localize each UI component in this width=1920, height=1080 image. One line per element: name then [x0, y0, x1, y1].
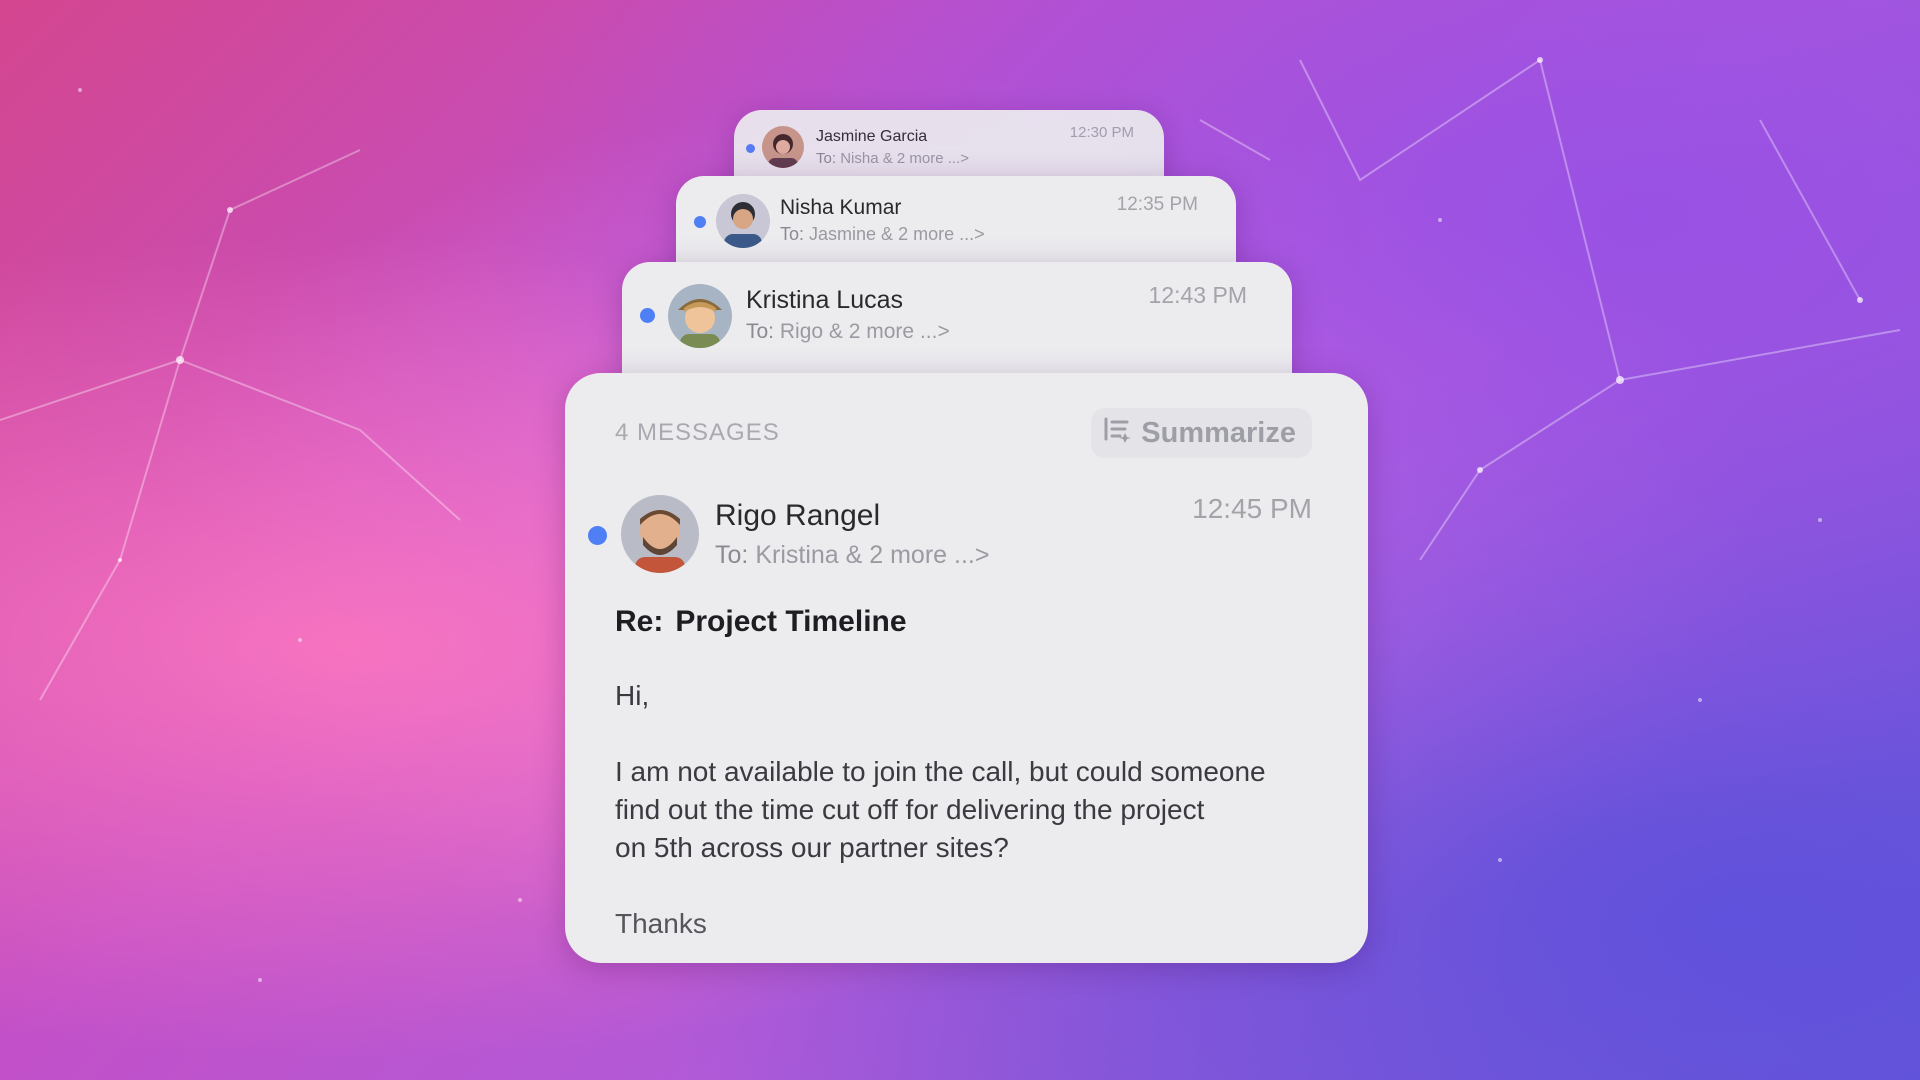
recipients-text: Nisha & 2 more [840, 150, 944, 167]
message-card: 4 MESSAGES Summarize Rigo Rangel To: Kri… [565, 373, 1368, 963]
chevron-right-icon: ...> [959, 224, 985, 244]
unread-dot [588, 526, 607, 545]
sender-name: Jasmine Garcia [816, 128, 928, 145]
subject-text: Project Timeline [675, 605, 907, 638]
recipients-text: Kristina & 2 more [755, 541, 948, 569]
summarize-label: Summarize [1141, 416, 1296, 449]
avatar [716, 194, 770, 248]
recipients: To: Jasmine & 2 more ...> [780, 224, 985, 245]
sender-name: Nisha Kumar [780, 196, 902, 219]
unread-dot [746, 144, 755, 153]
recipients-text: Rigo & 2 more [779, 320, 915, 343]
timestamp: 12:30 PM [1069, 124, 1134, 141]
avatar [621, 495, 699, 573]
recipients: To: Rigo & 2 more ...> [746, 320, 950, 344]
recipients: To: Nisha & 2 more ...> [816, 150, 969, 167]
sender-name: Rigo Rangel [715, 499, 881, 532]
recipients-text: Jasmine & 2 more [809, 224, 955, 244]
chevron-right-icon: ...> [919, 320, 950, 343]
summarize-button[interactable]: Summarize [1091, 408, 1312, 458]
chevron-right-icon: ...> [954, 541, 990, 569]
avatar [668, 284, 732, 348]
avatar [762, 126, 804, 168]
subject-line: Re: Project Timeline [615, 605, 907, 639]
to-label: To: [780, 224, 805, 244]
chevron-right-icon: ...> [947, 150, 969, 167]
unread-dot [694, 216, 706, 228]
body-line: I am not available to join the call, but… [615, 756, 1266, 787]
to-label: To: [746, 320, 775, 343]
unread-dot [640, 308, 655, 323]
summarize-list-icon [1103, 414, 1133, 452]
greeting: Hi, [615, 680, 650, 711]
to-label: To: [715, 541, 749, 569]
to-label: To: [816, 150, 837, 167]
timestamp: 12:45 PM [1192, 493, 1312, 524]
sender-name: Kristina Lucas [746, 286, 904, 314]
recipients[interactable]: To: Kristina & 2 more ...> [715, 541, 989, 570]
body-line: find out the time cut off for delivering… [615, 794, 1205, 825]
subject-prefix: Re: [615, 605, 664, 638]
message-count: 4 MESSAGES [615, 419, 780, 446]
body-line: on 5th across our partner sites? [615, 832, 1009, 863]
message-body: Hi, I am not available to join the call,… [615, 677, 1335, 943]
timestamp: 12:43 PM [1148, 282, 1247, 308]
closing: Thanks [615, 908, 707, 939]
timestamp: 12:35 PM [1116, 194, 1198, 215]
